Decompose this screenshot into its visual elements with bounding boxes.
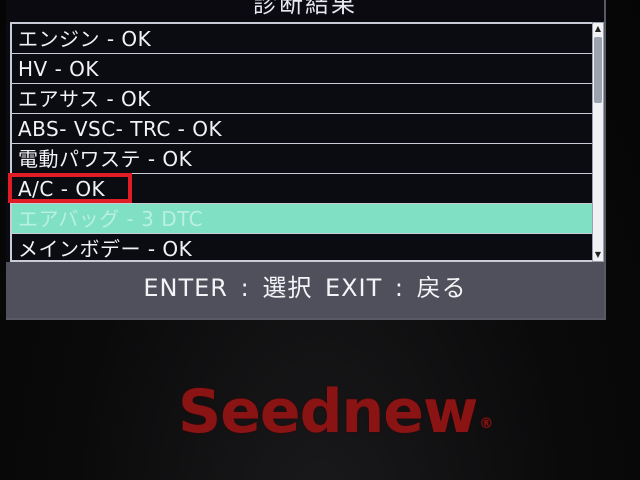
brand-logo: Seednew ® xyxy=(178,372,498,452)
result-list[interactable]: エンジン - OK HV - OK エアサス - OK ABS- VSC- TR… xyxy=(8,22,592,264)
list-item-power-steering[interactable]: 電動パワステ - OK xyxy=(12,144,592,174)
list-item-ac[interactable]: A/C - OK xyxy=(8,173,592,204)
list-item-abs-vsc-trc[interactable]: ABS- VSC- TRC - OK xyxy=(12,114,592,144)
list-item-airbag[interactable]: エアバッグ - 3 DTC xyxy=(12,204,592,234)
scroll-thumb[interactable] xyxy=(594,37,602,103)
scroll-down-arrow-icon[interactable]: ▼ xyxy=(593,249,603,261)
footer-key-hints: ENTER : 選択 EXIT : 戻る xyxy=(6,262,604,318)
list-item-engine[interactable]: エンジン - OK xyxy=(12,24,592,54)
brand-name: Seednew xyxy=(178,377,478,447)
diagnostic-scanner: 診断結果 エンジン - OK HV - OK エアサス - OK ABS- VS… xyxy=(0,0,640,480)
screen-title: 診断結果 xyxy=(6,0,604,24)
device-screen: 診断結果 エンジン - OK HV - OK エアサス - OK ABS- VS… xyxy=(6,0,606,320)
list-item-main-body[interactable]: メインボデー - OK xyxy=(12,234,592,264)
registered-mark: ® xyxy=(479,416,493,432)
scroll-up-arrow-icon[interactable]: ▲ xyxy=(593,23,603,35)
list-scrollbar[interactable]: ▲ ▼ xyxy=(592,22,604,262)
list-item-air-suspension[interactable]: エアサス - OK xyxy=(12,84,592,114)
list-item-hv[interactable]: HV - OK xyxy=(12,54,592,84)
